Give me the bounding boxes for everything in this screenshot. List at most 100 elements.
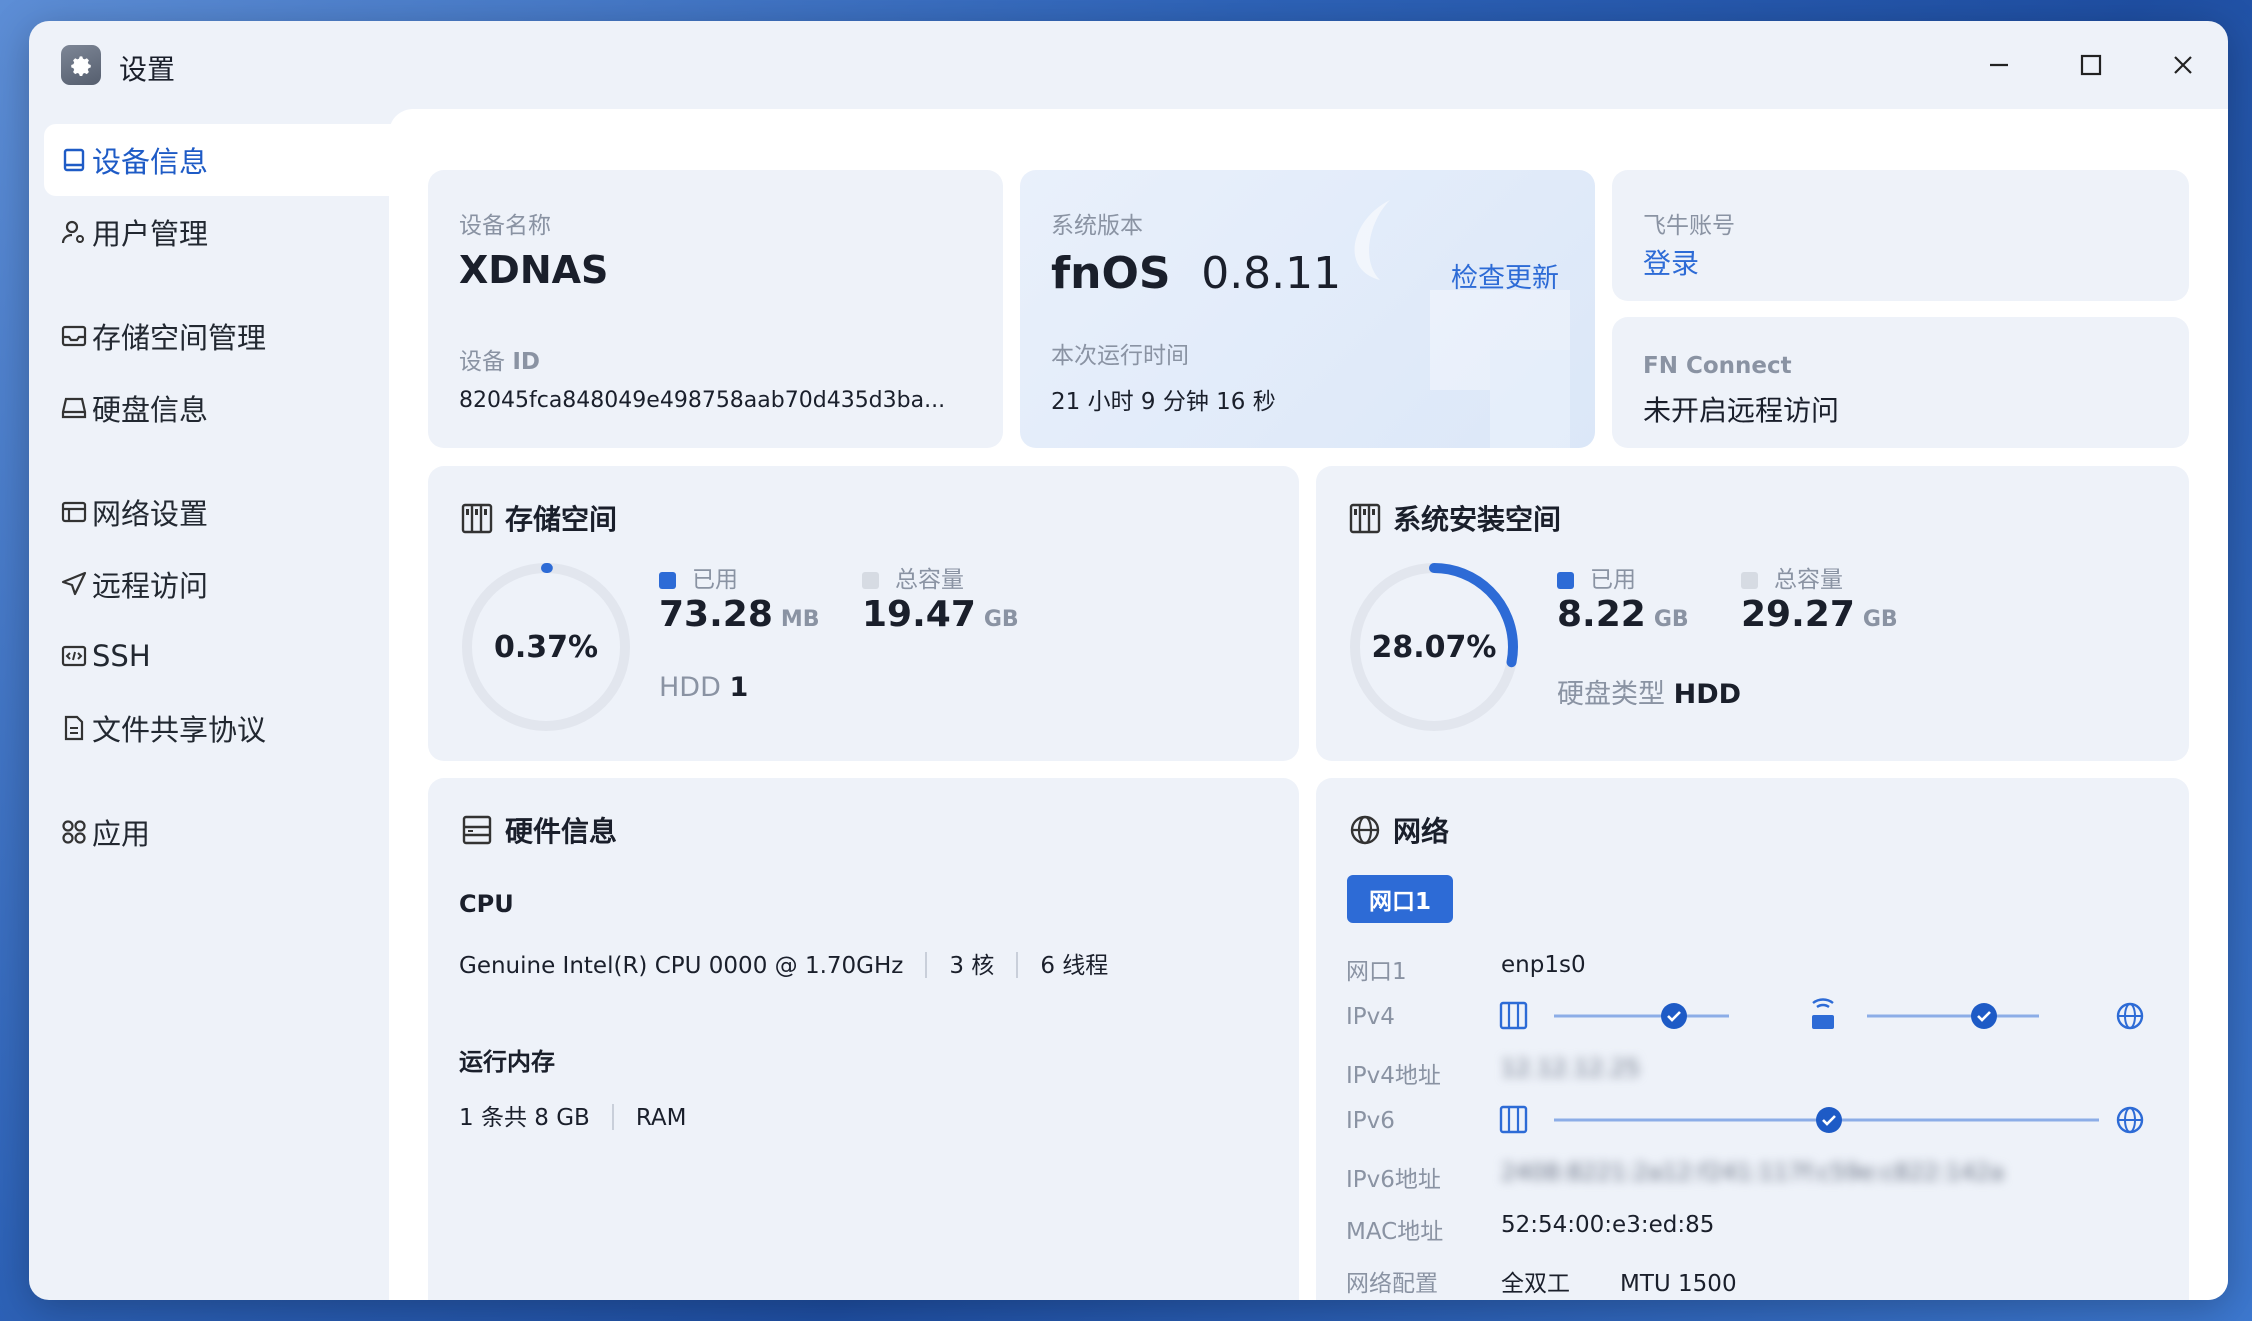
sidebar-item-file-sharing[interactable]: 文件共享协议: [44, 692, 402, 764]
disk-icon: [61, 397, 87, 419]
check-update-link[interactable]: 检查更新: [1451, 256, 1559, 295]
mac-address-row: MAC地址 52:54:00:e3:ed:85: [1346, 1212, 1715, 1245]
fn-connect-label: FN Connect: [1643, 353, 1792, 379]
uptime-label: 本次运行时间: [1051, 343, 1189, 369]
sidebar-item-label: 应用: [92, 817, 151, 851]
sidebar-item-storage-management[interactable]: 存储空间管理: [44, 300, 402, 372]
window-title: 设置: [119, 53, 176, 86]
total-legend-swatch: [1741, 572, 1758, 589]
device-card: 设备名称 XDNAS 设备 ID 82045fca848049e498758aa…: [428, 170, 1003, 448]
account-label: 飞牛账号: [1643, 213, 1735, 239]
total-legend-swatch: [862, 572, 879, 589]
sidebar-item-device-info[interactable]: 设备信息: [44, 124, 402, 196]
code-icon: [61, 645, 87, 667]
system-space-used-legend: 已用: [1557, 560, 1636, 594]
uptime-value: 21 小时 9 分钟 16 秒: [1051, 389, 1276, 415]
memory-amount: 1 条共 8 GB: [459, 1105, 590, 1131]
device-name: XDNAS: [459, 248, 609, 292]
hardware-icon: [462, 815, 492, 845]
system-space-percent: 28.07%: [1371, 629, 1497, 665]
sidebar-item-label: 远程访问: [92, 569, 209, 603]
sidebar-item-remote-access[interactable]: 远程访问: [44, 548, 402, 620]
sidebar-item-network-settings[interactable]: 网络设置: [44, 476, 402, 548]
memory-details: 1 条共 8 GB RAM: [459, 1098, 686, 1132]
storage-card: 存储空间 0.37% 已用 73.28 MB 总容量 19.47 GB HDD 1: [428, 466, 1299, 761]
sidebar-item-disk-info[interactable]: 硬盘信息: [44, 372, 402, 444]
globe-icon: [1350, 815, 1380, 845]
storage-disk-info: HDD 1: [659, 672, 749, 703]
device-id-label: 设备 ID: [459, 349, 540, 375]
system-space-total-legend: 总容量: [1741, 560, 1843, 594]
system-version-label: 系统版本: [1051, 213, 1143, 239]
ipv4-address-row: IPv4地址 12.12.12.25: [1346, 1056, 1640, 1089]
network-config-row: 网络配置 全双工 MTU 1500: [1346, 1271, 1737, 1297]
minimize-button[interactable]: [1977, 43, 2021, 87]
device-id: 82045fca848049e498758aab70d435d3ba...: [459, 388, 946, 413]
used-legend-swatch: [659, 572, 676, 589]
settings-window: 设置 设备信息 用户管理 存储空间管理 硬盘信息 网络设置 远程访问 SSH 文…: [29, 21, 2228, 1300]
storage-percent: 0.37%: [493, 629, 599, 665]
login-link[interactable]: 登录: [1643, 242, 1699, 282]
mtu-value: MTU 1500: [1620, 1271, 1737, 1297]
used-legend-swatch: [1557, 572, 1574, 589]
cpu-details: Genuine Intel(R) CPU 0000 @ 1.70GHz 3 核 6 …: [459, 946, 1108, 980]
fn-connect-card: FN Connect 未开启远程访问: [1612, 317, 2189, 448]
system-space-used-value: 8.22 GB: [1557, 594, 1689, 635]
system-version: fnOS 0.8.11: [1051, 248, 1342, 299]
storage-total-legend: 总容量: [862, 560, 964, 594]
sidebar-item-label: SSH: [92, 639, 151, 673]
storage-bars-icon: [1349, 503, 1381, 534]
settings-app-icon: [61, 45, 101, 85]
sidebar-item-label: 硬盘信息: [92, 393, 209, 427]
send-icon: [61, 571, 87, 596]
fnos-watermark-icon: [1354, 200, 1570, 448]
ipv6-address-row: IPv6地址 2408:8221:2a12:f241:117f:c59e:c822…: [1346, 1160, 2005, 1193]
title-bar: 设置: [29, 21, 2228, 109]
apps-icon: [62, 820, 86, 844]
close-button[interactable]: [2161, 43, 2205, 87]
hardware-title: 硬件信息: [461, 810, 617, 850]
sidebar-item-label: 用户管理: [92, 217, 209, 251]
ipv4-connection-diagram: [1499, 998, 2144, 1030]
main-content: 设备名称 XDNAS 设备 ID 82045fca848049e498758aa…: [389, 109, 2228, 1300]
system-version-card: 系统版本 fnOS 0.8.11 检查更新 本次运行时间 21 小时 9 分钟 …: [1020, 170, 1595, 448]
fn-connect-status: 未开启远程访问: [1643, 394, 1840, 427]
cpu-cores: 3 核: [949, 953, 995, 979]
memory-label: 运行内存: [459, 1048, 555, 1076]
tab-port1[interactable]: 网口1: [1347, 875, 1453, 923]
ipv6-connection-diagram: [1499, 1105, 2144, 1134]
system-space-card: 系统安装空间 28.07% 已用 8.22 GB 总容量 29.27 GB 硬盘类型…: [1316, 466, 2189, 761]
storage-bars-icon: [461, 503, 493, 534]
memory-type: RAM: [635, 1105, 687, 1131]
device-icon: [63, 148, 85, 172]
network-settings-icon: [61, 501, 87, 523]
sidebar-item-label: 设备信息: [92, 145, 209, 179]
storage-used-legend: 已用: [659, 560, 738, 594]
account-card: 飞牛账号 登录: [1612, 170, 2189, 301]
hardware-card: 硬件信息 CPU Genuine Intel(R) CPU 0000 @ 1.7…: [428, 778, 1299, 1300]
maximize-button[interactable]: [2069, 43, 2113, 87]
port-row: 网口1 enp1s0: [1346, 952, 1586, 985]
user-gear-icon: [61, 220, 84, 244]
storage-icon: [61, 325, 87, 347]
sidebar-item-ssh[interactable]: SSH: [44, 620, 402, 692]
storage-total-value: 19.47 GB: [862, 594, 1019, 635]
storage-used-value: 73.28 MB: [659, 594, 820, 635]
duplex-value: 全双工: [1501, 1271, 1570, 1297]
network-card: 网络 网口1 网口1 enp1s0 IPv4 IPv4地址 12.12.12.25 …: [1316, 778, 2189, 1300]
system-space-total-value: 29.27 GB: [1741, 594, 1898, 635]
sidebar-item-label: 文件共享协议: [92, 713, 267, 747]
sidebar-item-label: 网络设置: [92, 497, 209, 531]
sidebar: 设备信息 用户管理 存储空间管理 硬盘信息 网络设置 远程访问 SSH 文件共享…: [44, 124, 402, 868]
storage-title: 存储空间: [461, 498, 617, 538]
sidebar-item-user-management[interactable]: 用户管理: [44, 196, 402, 268]
cpu-threads: 6 线程: [1040, 953, 1109, 979]
system-space-disk-type: 硬盘类型 HDD: [1557, 679, 1742, 710]
document-icon: [64, 715, 84, 741]
cpu-label: CPU: [459, 890, 514, 918]
device-name-label: 设备名称: [459, 213, 551, 239]
network-title: 网络: [1349, 810, 1449, 850]
sidebar-item-apps[interactable]: 应用: [44, 796, 402, 868]
cpu-model: Genuine Intel(R) CPU 0000 @ 1.70GHz: [459, 953, 904, 979]
sidebar-item-label: 存储空间管理: [92, 321, 267, 355]
